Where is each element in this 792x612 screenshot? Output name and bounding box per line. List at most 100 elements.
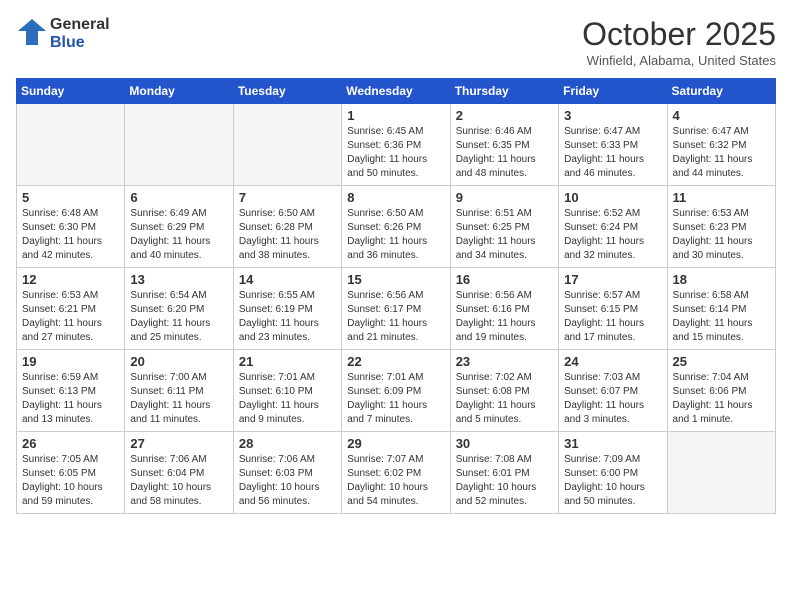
day-number: 4 bbox=[673, 108, 770, 123]
logo: General Blue bbox=[16, 16, 110, 51]
weekday-header: Thursday bbox=[450, 79, 558, 104]
day-info: Sunrise: 7:06 AM Sunset: 6:04 PM Dayligh… bbox=[130, 453, 227, 509]
day-number: 19 bbox=[22, 354, 119, 369]
day-number: 12 bbox=[22, 272, 119, 287]
calendar-cell: 3 Sunrise: 6:47 AM Sunset: 6:33 PM Daylig… bbox=[559, 104, 667, 186]
day-info: Sunrise: 6:58 AM Sunset: 6:14 PM Dayligh… bbox=[673, 289, 770, 345]
day-info: Sunrise: 7:04 AM Sunset: 6:06 PM Dayligh… bbox=[673, 371, 770, 427]
day-info: Sunrise: 6:47 AM Sunset: 6:33 PM Dayligh… bbox=[564, 125, 661, 181]
calendar-week-row: 26 Sunrise: 7:05 AM Sunset: 6:05 PM Dayli… bbox=[17, 432, 776, 514]
calendar-cell: 8Sunrise: 6:50 AM Sunset: 6:26 PM Daylig… bbox=[342, 186, 450, 268]
calendar-cell: 4Sunrise: 6:47 AM Sunset: 6:32 PM Daylig… bbox=[667, 104, 775, 186]
calendar-cell: 25Sunrise: 7:04 AM Sunset: 6:06 PM Dayli… bbox=[667, 350, 775, 432]
calendar-week-row: 19 Sunrise: 6:59 AM Sunset: 6:13 PM Dayli… bbox=[17, 350, 776, 432]
day-number: 17 bbox=[564, 272, 661, 287]
calendar-cell: 7Sunrise: 6:50 AM Sunset: 6:28 PM Daylig… bbox=[233, 186, 341, 268]
logo-blue: Blue bbox=[50, 34, 110, 52]
calendar-cell: 12 Sunrise: 6:53 AM Sunset: 6:21 PM Dayli… bbox=[17, 268, 125, 350]
calendar-week-row: 12 Sunrise: 6:53 AM Sunset: 6:21 PM Dayli… bbox=[17, 268, 776, 350]
day-info: Sunrise: 6:59 AM Sunset: 6:13 PM Dayligh… bbox=[22, 371, 119, 427]
logo-general: General bbox=[50, 16, 110, 34]
day-info: Sunrise: 6:50 AM Sunset: 6:28 PM Dayligh… bbox=[239, 207, 336, 263]
day-info: Sunrise: 7:05 AM Sunset: 6:05 PM Dayligh… bbox=[22, 453, 119, 509]
calendar-table: SundayMondayTuesdayWednesdayThursdayFrid… bbox=[16, 78, 776, 514]
day-info: Sunrise: 6:56 AM Sunset: 6:16 PM Dayligh… bbox=[456, 289, 553, 345]
day-info: Sunrise: 6:56 AM Sunset: 6:17 PM Dayligh… bbox=[347, 289, 444, 345]
month-title: October 2025 bbox=[582, 16, 776, 53]
calendar-week-row: 1 Sunrise: 6:45 AM Sunset: 6:36 PM Daylig… bbox=[17, 104, 776, 186]
calendar-cell: 18 Sunrise: 6:58 AM Sunset: 6:14 PM Dayli… bbox=[667, 268, 775, 350]
day-number: 15 bbox=[347, 272, 444, 287]
day-number: 11 bbox=[673, 190, 770, 205]
day-number: 18 bbox=[673, 272, 770, 287]
calendar-container: General Blue October 2025 Winfield, Alab… bbox=[0, 0, 792, 524]
calendar-cell: 17 Sunrise: 6:57 AM Sunset: 6:15 PM Dayli… bbox=[559, 268, 667, 350]
logo-text: General Blue bbox=[50, 16, 110, 51]
day-number: 16 bbox=[456, 272, 553, 287]
calendar-cell: 14 Sunrise: 6:55 AM Sunset: 6:19 PM Dayli… bbox=[233, 268, 341, 350]
day-number: 20 bbox=[130, 354, 227, 369]
location-subtitle: Winfield, Alabama, United States bbox=[582, 53, 776, 68]
day-info: Sunrise: 6:57 AM Sunset: 6:15 PM Dayligh… bbox=[564, 289, 661, 345]
day-number: 24 bbox=[564, 354, 661, 369]
day-info: Sunrise: 7:01 AM Sunset: 6:09 PM Dayligh… bbox=[347, 371, 444, 427]
day-number: 27 bbox=[130, 436, 227, 451]
day-number: 21 bbox=[239, 354, 336, 369]
day-number: 9 bbox=[456, 190, 553, 205]
calendar-cell: 10Sunrise: 6:52 AM Sunset: 6:24 PM Dayli… bbox=[559, 186, 667, 268]
weekday-header: Wednesday bbox=[342, 79, 450, 104]
calendar-cell: 26 Sunrise: 7:05 AM Sunset: 6:05 PM Dayli… bbox=[17, 432, 125, 514]
calendar-cell: 11Sunrise: 6:53 AM Sunset: 6:23 PM Dayli… bbox=[667, 186, 775, 268]
day-number: 26 bbox=[22, 436, 119, 451]
calendar-cell: 29 Sunrise: 7:07 AM Sunset: 6:02 PM Dayli… bbox=[342, 432, 450, 514]
day-number: 2 bbox=[456, 108, 553, 123]
calendar-cell: 6 Sunrise: 6:49 AM Sunset: 6:29 PM Daylig… bbox=[125, 186, 233, 268]
weekday-header: Friday bbox=[559, 79, 667, 104]
day-number: 29 bbox=[347, 436, 444, 451]
calendar-cell: 27 Sunrise: 7:06 AM Sunset: 6:04 PM Dayli… bbox=[125, 432, 233, 514]
calendar-cell: 15 Sunrise: 6:56 AM Sunset: 6:17 PM Dayli… bbox=[342, 268, 450, 350]
calendar-cell: 13 Sunrise: 6:54 AM Sunset: 6:20 PM Dayli… bbox=[125, 268, 233, 350]
calendar-header: General Blue October 2025 Winfield, Alab… bbox=[16, 16, 776, 68]
weekday-header: Sunday bbox=[17, 79, 125, 104]
calendar-cell: 22 Sunrise: 7:01 AM Sunset: 6:09 PM Dayli… bbox=[342, 350, 450, 432]
day-info: Sunrise: 6:55 AM Sunset: 6:19 PM Dayligh… bbox=[239, 289, 336, 345]
day-info: Sunrise: 7:07 AM Sunset: 6:02 PM Dayligh… bbox=[347, 453, 444, 509]
day-info: Sunrise: 6:48 AM Sunset: 6:30 PM Dayligh… bbox=[22, 207, 119, 263]
day-number: 30 bbox=[456, 436, 553, 451]
calendar-cell bbox=[125, 104, 233, 186]
day-info: Sunrise: 6:45 AM Sunset: 6:36 PM Dayligh… bbox=[347, 125, 444, 181]
day-number: 28 bbox=[239, 436, 336, 451]
day-info: Sunrise: 6:53 AM Sunset: 6:21 PM Dayligh… bbox=[22, 289, 119, 345]
day-number: 14 bbox=[239, 272, 336, 287]
calendar-cell: 19 Sunrise: 6:59 AM Sunset: 6:13 PM Dayli… bbox=[17, 350, 125, 432]
day-number: 31 bbox=[564, 436, 661, 451]
day-info: Sunrise: 7:00 AM Sunset: 6:11 PM Dayligh… bbox=[130, 371, 227, 427]
calendar-cell bbox=[17, 104, 125, 186]
calendar-cell: 2 Sunrise: 6:46 AM Sunset: 6:35 PM Daylig… bbox=[450, 104, 558, 186]
calendar-cell: 24 Sunrise: 7:03 AM Sunset: 6:07 PM Dayli… bbox=[559, 350, 667, 432]
day-number: 3 bbox=[564, 108, 661, 123]
day-number: 22 bbox=[347, 354, 444, 369]
calendar-cell: 1 Sunrise: 6:45 AM Sunset: 6:36 PM Daylig… bbox=[342, 104, 450, 186]
calendar-cell: 9 Sunrise: 6:51 AM Sunset: 6:25 PM Daylig… bbox=[450, 186, 558, 268]
day-info: Sunrise: 7:06 AM Sunset: 6:03 PM Dayligh… bbox=[239, 453, 336, 509]
day-info: Sunrise: 6:49 AM Sunset: 6:29 PM Dayligh… bbox=[130, 207, 227, 263]
day-number: 6 bbox=[130, 190, 227, 205]
day-info: Sunrise: 6:51 AM Sunset: 6:25 PM Dayligh… bbox=[456, 207, 553, 263]
calendar-cell: 28 Sunrise: 7:06 AM Sunset: 6:03 PM Dayli… bbox=[233, 432, 341, 514]
day-info: Sunrise: 7:03 AM Sunset: 6:07 PM Dayligh… bbox=[564, 371, 661, 427]
title-section: October 2025 Winfield, Alabama, United S… bbox=[582, 16, 776, 68]
day-number: 1 bbox=[347, 108, 444, 123]
calendar-cell: 20 Sunrise: 7:00 AM Sunset: 6:11 PM Dayli… bbox=[125, 350, 233, 432]
day-info: Sunrise: 7:08 AM Sunset: 6:01 PM Dayligh… bbox=[456, 453, 553, 509]
day-info: Sunrise: 6:46 AM Sunset: 6:35 PM Dayligh… bbox=[456, 125, 553, 181]
calendar-cell bbox=[667, 432, 775, 514]
calendar-cell: 16 Sunrise: 6:56 AM Sunset: 6:16 PM Dayli… bbox=[450, 268, 558, 350]
weekday-header: Monday bbox=[125, 79, 233, 104]
day-number: 5 bbox=[22, 190, 119, 205]
weekday-header: Tuesday bbox=[233, 79, 341, 104]
day-number: 13 bbox=[130, 272, 227, 287]
calendar-cell: 21Sunrise: 7:01 AM Sunset: 6:10 PM Dayli… bbox=[233, 350, 341, 432]
day-info: Sunrise: 6:54 AM Sunset: 6:20 PM Dayligh… bbox=[130, 289, 227, 345]
